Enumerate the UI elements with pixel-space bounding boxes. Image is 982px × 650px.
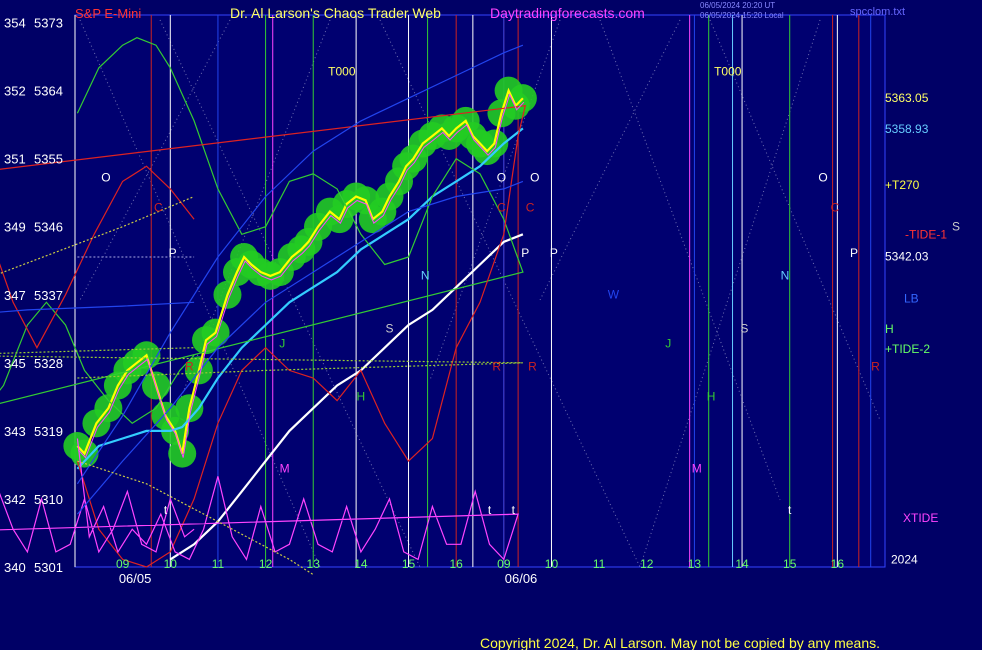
marker-label: R [492, 359, 501, 373]
marker-label: P [850, 246, 858, 260]
x-tick-label: 13 [688, 557, 702, 571]
right-label: XTIDE [903, 511, 938, 525]
x-tick-label: 16 [831, 557, 845, 571]
marker-label: C [154, 201, 163, 215]
date-label: 06/05 [119, 571, 152, 586]
right-label: 5363.05 [885, 91, 929, 105]
y-tick-price: 5346 [34, 220, 63, 235]
marker-label: J [279, 337, 285, 351]
y-tick-outer: 342 [4, 492, 26, 507]
right-label: 5342.03 [885, 250, 929, 264]
x-tick-label: 10 [545, 557, 559, 571]
marker-label: H [357, 390, 366, 404]
chart-container: O C P T000 N S J R H Mt t O C P R O C P T000 N S J R H M Wt t O C P R 3… [0, 0, 982, 650]
right-label: -TIDE-1 [905, 227, 947, 241]
marker-label: N [781, 269, 790, 283]
right-label: H [885, 322, 894, 336]
x-tick-label: 13 [307, 557, 321, 571]
date-label: 06/06 [505, 571, 538, 586]
y-tick-price: 5319 [34, 424, 63, 439]
marker-label: H [707, 390, 716, 404]
marker-label: P [550, 246, 558, 260]
y-tick-outer: 351 [4, 152, 26, 167]
right-label: +T270 [885, 178, 920, 192]
marker-label: O [497, 170, 506, 184]
symbol-label: S&P E-Mini [75, 6, 141, 21]
y-tick-price: 5364 [34, 84, 63, 99]
marker-label: C [497, 201, 506, 215]
y-tick-price: 5328 [34, 356, 63, 371]
marker-label: R [871, 359, 880, 373]
marker-label: R [185, 359, 194, 373]
x-tick-label: 16 [449, 557, 463, 571]
marker-label: O [530, 170, 539, 184]
y-tick-price: 5337 [34, 288, 63, 303]
x-tick-label: 09 [497, 557, 511, 571]
marker-label: S [385, 322, 393, 336]
y-tick-outer: 352 [4, 84, 26, 99]
marker-label: T000 [328, 64, 356, 78]
marker-label: N [421, 269, 430, 283]
x-tick-label: 15 [783, 557, 797, 571]
marker-label: P [169, 246, 177, 260]
marker-label: M [280, 461, 290, 475]
x-tick-label: 14 [354, 557, 368, 571]
marker-label: C [831, 201, 840, 215]
file-label: spcclom.txt [850, 6, 905, 18]
x-tick-label: 11 [212, 557, 225, 571]
x-tick-label: 14 [735, 557, 749, 571]
right-label: S [952, 220, 960, 234]
marker-label: S [740, 322, 748, 336]
right-label: +TIDE-2 [885, 342, 930, 356]
y-tick-price: 5310 [34, 492, 63, 507]
x-tick-label: 12 [259, 557, 273, 571]
marker-label: O [818, 170, 827, 184]
x-tick-label: 15 [402, 557, 416, 571]
site-label: Daytradingforecasts.com [490, 5, 645, 21]
marker-label: C [526, 201, 535, 215]
x-tick-label: 12 [640, 557, 654, 571]
right-label: 2024 [891, 552, 918, 566]
marker-label: T000 [714, 64, 742, 78]
y-tick-price: 5373 [34, 16, 63, 31]
marker-label: P [521, 246, 529, 260]
right-label: 5358.93 [885, 122, 929, 136]
y-tick-outer: 347 [4, 288, 26, 303]
marker-label: J [665, 337, 671, 351]
right-label: LB [904, 292, 919, 306]
copyright-notice: Copyright 2024, Dr. Al Larson. May not b… [480, 635, 880, 650]
timestamp-local: 06/05/2024 15:20 Local [700, 11, 784, 20]
marker-label: M [692, 461, 702, 475]
y-tick-outer: 345 [4, 356, 26, 371]
y-tick-outer: 354 [4, 16, 26, 31]
marker-label: O [101, 170, 110, 184]
chaos-trader-chart: OCPT000NSJRHMt tOCPROCPT000NSJRHMWt tOCPR3… [0, 1, 960, 650]
timestamp-ut: 06/05/2024 20:20 UT [700, 1, 775, 10]
x-tick-label: 10 [164, 557, 178, 571]
y-tick-outer: 340 [4, 560, 26, 575]
chart-title: Dr. Al Larson's Chaos Trader Web [230, 5, 441, 21]
marker-label: R [528, 359, 537, 373]
y-tick-price: 5355 [34, 152, 63, 167]
y-tick-outer: 349 [4, 220, 26, 235]
x-tick-label: 09 [116, 557, 130, 571]
x-tick-label: 11 [593, 557, 606, 571]
marker-label: W [608, 288, 620, 302]
y-tick-price: 5301 [34, 560, 63, 575]
y-tick-outer: 343 [4, 424, 26, 439]
